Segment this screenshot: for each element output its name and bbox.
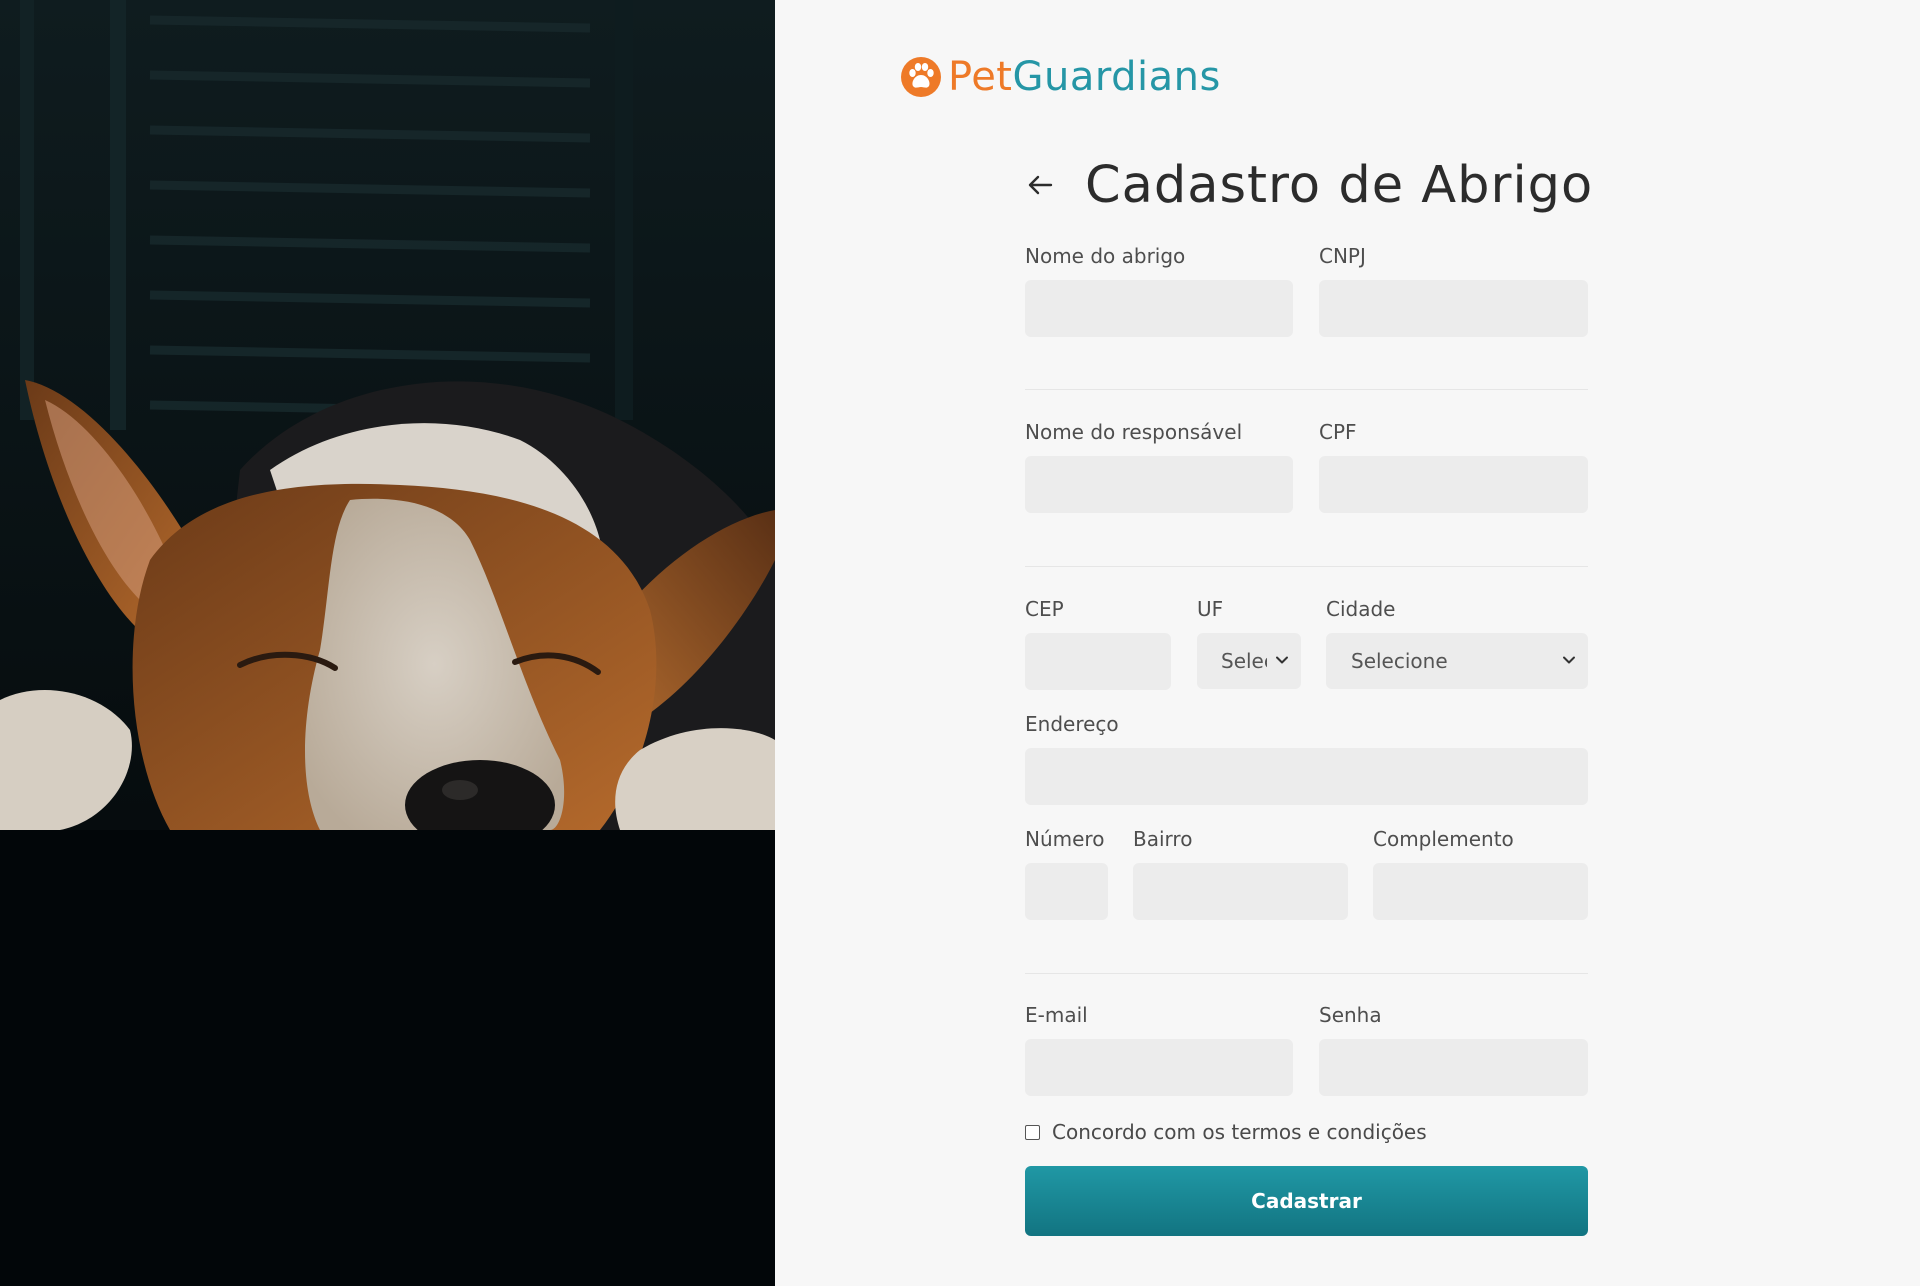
cpf-field: CPF xyxy=(1319,420,1588,516)
shelter-name-field: Nome do abrigo xyxy=(1025,244,1293,340)
submit-button[interactable]: Cadastrar xyxy=(1025,1166,1588,1236)
shelter-name-label: Nome do abrigo xyxy=(1025,244,1186,268)
cnpj-input[interactable] xyxy=(1319,280,1588,337)
city-select[interactable]: Selecione xyxy=(1326,633,1588,689)
brand-name: PetGuardians xyxy=(948,54,1221,100)
title-row: Cadastro de Abrigo xyxy=(1025,150,1593,220)
complement-label: Complemento xyxy=(1373,827,1514,851)
petguardians-logo[interactable]: PetGuardians xyxy=(900,52,1221,102)
chevron-down-icon xyxy=(1563,656,1575,664)
section-divider xyxy=(1025,389,1588,390)
sleeping-dog-photo xyxy=(0,0,775,830)
email-label: E-mail xyxy=(1025,1003,1088,1027)
password-input[interactable] xyxy=(1319,1039,1588,1096)
terms-checkbox[interactable] xyxy=(1025,1124,1040,1140)
neighborhood-input[interactable] xyxy=(1133,863,1348,920)
cnpj-label: CNPJ xyxy=(1319,244,1366,268)
email-field: E-mail xyxy=(1025,1003,1293,1099)
cnpj-field: CNPJ xyxy=(1319,244,1588,340)
uf-selected-value: Selecione xyxy=(1221,649,1267,673)
address-field: Endereço xyxy=(1025,712,1588,808)
back-arrow-icon[interactable] xyxy=(1025,170,1055,200)
responsible-name-field: Nome do responsável xyxy=(1025,420,1293,516)
email-input[interactable] xyxy=(1025,1039,1293,1096)
city-selected-value: Selecione xyxy=(1351,649,1448,673)
cep-field: CEP xyxy=(1025,597,1171,693)
uf-label: UF xyxy=(1197,597,1224,621)
city-field: Cidade Selecione xyxy=(1326,597,1588,693)
page-title: Cadastro de Abrigo xyxy=(1085,155,1594,215)
cep-input[interactable] xyxy=(1025,633,1171,690)
complement-input[interactable] xyxy=(1373,863,1588,920)
brand-name-pet: Pet xyxy=(948,54,1013,100)
shelter-name-input[interactable] xyxy=(1025,280,1293,337)
address-input[interactable] xyxy=(1025,748,1588,805)
number-field: Número xyxy=(1025,827,1108,923)
cep-label: CEP xyxy=(1025,597,1064,621)
uf-select[interactable]: Selecione xyxy=(1197,633,1301,689)
neighborhood-field: Bairro xyxy=(1133,827,1348,923)
address-label: Endereço xyxy=(1025,712,1119,736)
complement-field: Complemento xyxy=(1373,827,1588,923)
password-field: Senha xyxy=(1319,1003,1588,1099)
cpf-input[interactable] xyxy=(1319,456,1588,513)
terms-label[interactable]: Concordo com os termos e condições xyxy=(1052,1120,1427,1144)
responsible-name-input[interactable] xyxy=(1025,456,1293,513)
section-divider xyxy=(1025,566,1588,567)
cpf-label: CPF xyxy=(1319,420,1357,444)
responsible-name-label: Nome do responsável xyxy=(1025,420,1243,444)
number-input[interactable] xyxy=(1025,863,1108,920)
section-divider xyxy=(1025,973,1588,974)
hero-photo-panel xyxy=(0,0,775,1286)
city-label: Cidade xyxy=(1326,597,1396,621)
brand-name-guardians: Guardians xyxy=(1012,54,1221,100)
paw-logo-icon xyxy=(901,57,941,97)
neighborhood-label: Bairro xyxy=(1133,827,1193,851)
number-label: Número xyxy=(1025,827,1105,851)
password-label: Senha xyxy=(1319,1003,1382,1027)
terms-row: Concordo com os termos e condições xyxy=(1025,1118,1427,1146)
uf-field: UF Selecione xyxy=(1197,597,1301,693)
chevron-down-icon xyxy=(1276,656,1288,664)
